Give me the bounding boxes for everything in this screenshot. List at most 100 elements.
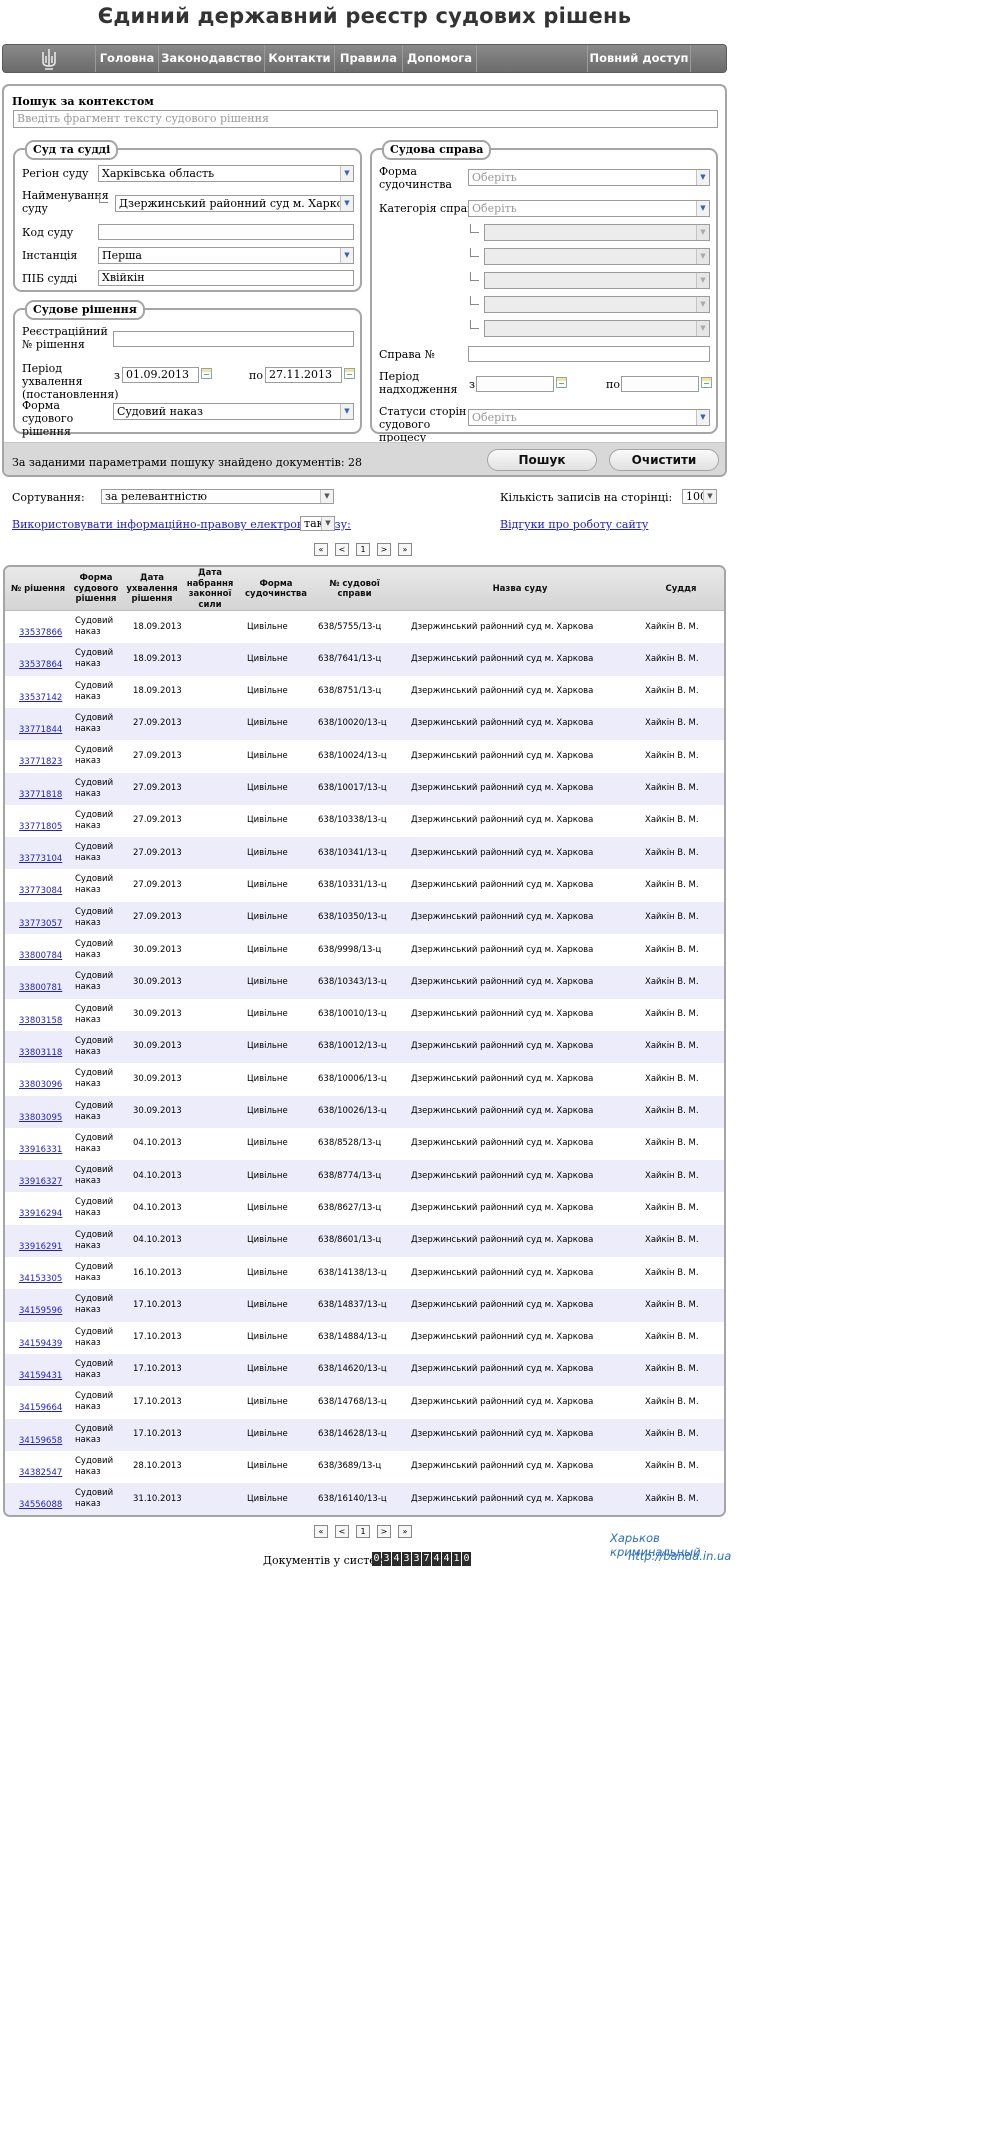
court-name-cell: Дзержинський районний суд м. Харкова — [411, 783, 594, 793]
nav-rules[interactable]: Правила — [335, 45, 403, 72]
decision-id-link[interactable]: 33537142 — [19, 676, 69, 708]
period-to-input[interactable]: 27.11.2013 — [265, 367, 342, 383]
period-from-input[interactable]: 01.09.2013 — [122, 367, 199, 383]
decision-form-label: Форма судового рішення — [22, 399, 74, 438]
decision-date-cell: 17.10.2013 — [133, 1332, 182, 1343]
feedback-link[interactable]: Відгуки про роботу сайту — [500, 518, 648, 531]
decision-id-link[interactable]: 33771805 — [19, 805, 69, 837]
decision-id-link[interactable]: 33916327 — [19, 1160, 69, 1192]
reg-number-input[interactable] — [113, 331, 354, 347]
decision-id-link[interactable]: 34159596 — [19, 1289, 69, 1321]
justice-form-cell: Цивільне — [247, 1364, 288, 1375]
decision-id-link[interactable]: 33771844 — [19, 708, 69, 740]
pager-prev-button[interactable]: < — [335, 543, 349, 556]
decision-id-link[interactable]: 34159431 — [19, 1354, 69, 1386]
pager-next-button[interactable]: > — [377, 543, 391, 556]
subcategory-select-2[interactable]: ▼ — [484, 248, 710, 265]
region-select[interactable]: Харківська область ▼ — [98, 165, 354, 182]
decision-id-link[interactable]: 33916294 — [19, 1192, 69, 1224]
nav-legislation[interactable]: Законодавство — [159, 45, 265, 72]
decision-id-link[interactable]: 33771823 — [19, 740, 69, 772]
calendar-icon[interactable] — [556, 377, 567, 388]
court-name-cell: Дзержинський районний суд м. Харкова — [411, 1202, 594, 1213]
subcategory-select-4[interactable]: ▼ — [484, 296, 710, 313]
decision-id-link[interactable]: 34382547 — [19, 1451, 69, 1483]
judge-cell: Хайкін В. М. — [645, 1138, 699, 1149]
calendar-icon[interactable] — [201, 368, 212, 379]
case-fieldset: Судова справа Форма судочинства Оберіть ▼… — [370, 140, 718, 444]
decision-id-link[interactable]: 33800784 — [19, 934, 69, 966]
counter-digit: 3 — [382, 1552, 391, 1566]
sort-select[interactable]: за релевантністю ▼ — [101, 489, 334, 504]
decision-form-select[interactable]: Судовий наказ ▼ — [113, 403, 354, 420]
pager-last-button[interactable]: » — [398, 1525, 412, 1538]
subcategory-select-1[interactable]: ▼ — [484, 224, 710, 241]
calendar-icon[interactable] — [701, 377, 712, 388]
decision-id-link[interactable]: 33537864 — [19, 643, 69, 675]
calendar-icon[interactable] — [344, 368, 355, 379]
judge-input[interactable]: Хвійкін — [98, 270, 354, 286]
decision-id-link[interactable]: 34159658 — [19, 1419, 69, 1451]
decision-id-link[interactable]: 33803096 — [19, 1063, 69, 1095]
arrival-from-input[interactable] — [476, 376, 554, 392]
decision-id-link[interactable]: 33916331 — [19, 1128, 69, 1160]
pager-first-button[interactable]: « — [314, 1525, 328, 1538]
pager-prev-button[interactable]: < — [335, 1525, 349, 1538]
court-name-select[interactable]: Дзержинський районний суд м. Харкова ▼ — [115, 195, 354, 212]
decision-form-cell: Судовий наказ — [75, 712, 114, 734]
legal-force-date-cell — [190, 1192, 240, 1224]
trident-icon[interactable] — [3, 45, 96, 72]
table-row: 33771805 Судовий наказ 27.09.2013 Цивільне 6… — [5, 805, 724, 837]
judge-cell: Хайкін В. М. — [645, 1170, 699, 1181]
instance-select[interactable]: Перша ▼ — [98, 247, 354, 264]
clear-button[interactable]: Очистити — [609, 449, 719, 471]
search-button[interactable]: Пошук — [487, 449, 597, 471]
decision-id-link[interactable]: 34159664 — [19, 1386, 69, 1418]
subcategory-select-5[interactable]: ▼ — [484, 320, 710, 337]
decision-id-link[interactable]: 34159439 — [19, 1322, 69, 1354]
table-header: № рішення Форма судового рішення Дата ух… — [5, 567, 724, 611]
subcategory-select-3[interactable]: ▼ — [484, 272, 710, 289]
region-value: Харківська область — [102, 167, 215, 180]
decision-id-link[interactable]: 33773057 — [19, 902, 69, 934]
decision-id-link[interactable]: 33773104 — [19, 837, 69, 869]
pager-current-page[interactable]: 1 — [356, 543, 370, 556]
per-page-select[interactable]: 100 ▼ — [682, 489, 717, 504]
court-name-cell: Дзержинський районний суд м. Харкова — [411, 1170, 594, 1181]
justice-form-cell: Цивільне — [247, 879, 288, 890]
nav-help[interactable]: Допомога — [403, 45, 477, 72]
arrival-to-input[interactable] — [621, 376, 699, 392]
pager-next-button[interactable]: > — [377, 1525, 391, 1538]
decision-date-cell: 30.09.2013 — [133, 1073, 182, 1084]
decision-form-cell: Судовий наказ — [75, 1455, 114, 1477]
party-status-select[interactable]: Оберіть ▼ — [468, 409, 710, 426]
decision-id-link[interactable]: 33803118 — [19, 1031, 69, 1063]
use-base-select[interactable]: так ▼ — [300, 516, 335, 531]
legal-force-date-cell — [190, 934, 240, 966]
case-number-cell: 638/8601/13-ц — [318, 1235, 382, 1246]
decision-id-link[interactable]: 33803158 — [19, 999, 69, 1031]
context-search-input[interactable]: Введіть фрагмент тексту судового рішення — [13, 110, 718, 128]
decision-id-link[interactable]: 33537866 — [19, 611, 69, 643]
table-row: 33537142 Судовий наказ 18.09.2013 Цивільне 6… — [5, 676, 724, 708]
decision-id-link[interactable]: 34556088 — [19, 1483, 69, 1515]
decision-id-link[interactable]: 34153305 — [19, 1257, 69, 1289]
court-code-input[interactable] — [98, 224, 354, 240]
pager-first-button[interactable]: « — [314, 543, 328, 556]
case-number-input[interactable] — [468, 346, 710, 362]
decision-id-link[interactable]: 33803095 — [19, 1096, 69, 1128]
nav-full-access[interactable]: Повний доступ — [587, 45, 691, 72]
decision-id-link[interactable]: 33773084 — [19, 869, 69, 901]
nav-home[interactable]: Головна — [96, 45, 159, 72]
legal-force-date-cell — [190, 676, 240, 708]
pager-current-page[interactable]: 1 — [356, 1525, 370, 1538]
decision-form-cell: Судовий наказ — [75, 1035, 114, 1057]
judge-cell: Хайкін В. М. — [645, 653, 699, 664]
category-select[interactable]: Оберіть ▼ — [468, 200, 710, 217]
decision-id-link[interactable]: 33916291 — [19, 1225, 69, 1257]
justice-form-select[interactable]: Оберіть ▼ — [468, 169, 710, 186]
decision-id-link[interactable]: 33800781 — [19, 966, 69, 998]
nav-contacts[interactable]: Контакти — [265, 45, 335, 72]
decision-id-link[interactable]: 33771818 — [19, 773, 69, 805]
pager-last-button[interactable]: » — [398, 543, 412, 556]
